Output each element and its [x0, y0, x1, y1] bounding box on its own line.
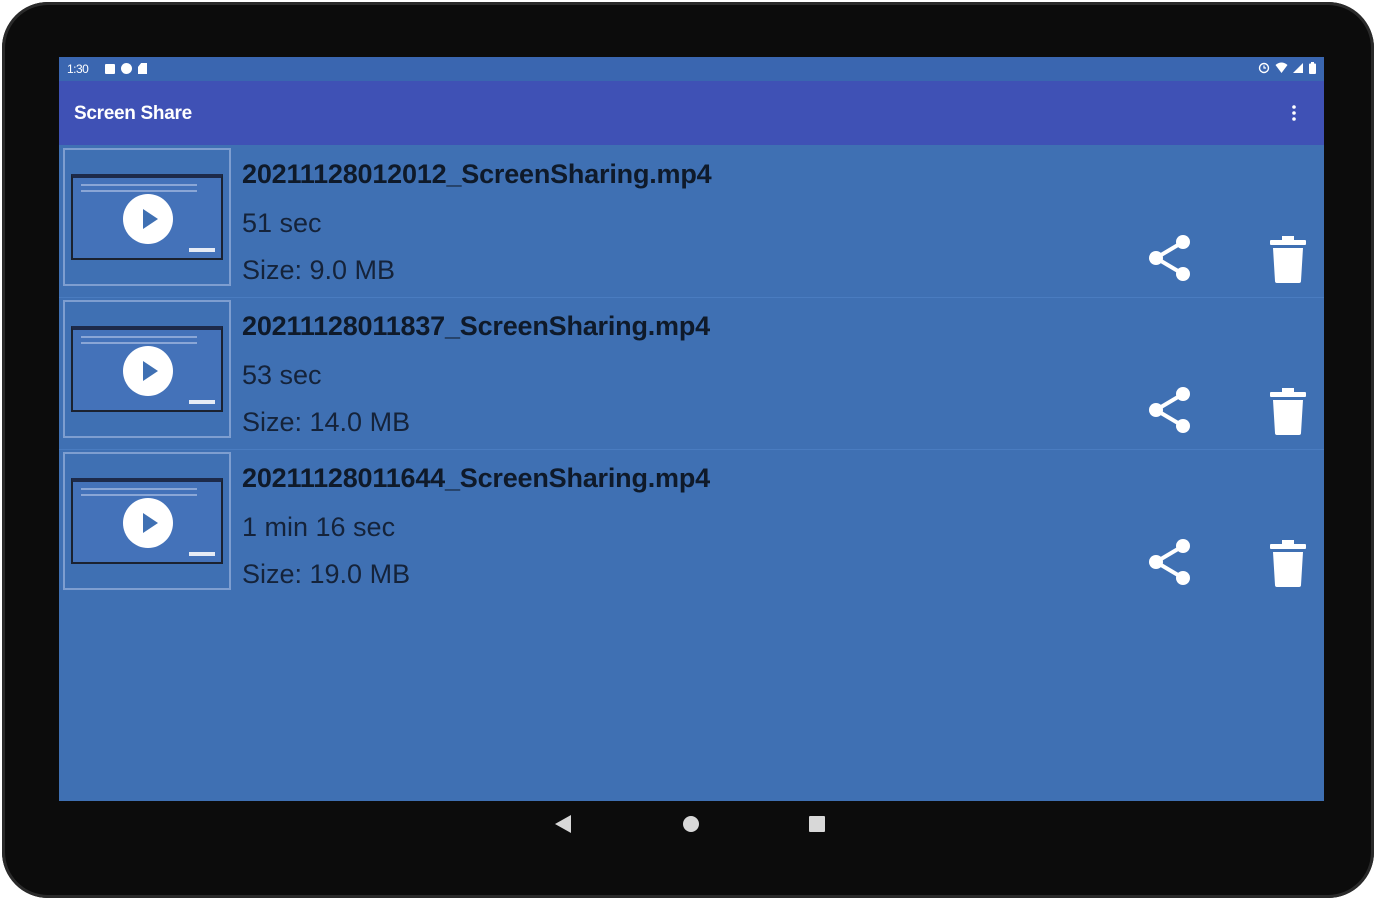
- video-thumbnail[interactable]: [63, 300, 231, 438]
- play-icon[interactable]: [123, 346, 173, 396]
- file-duration: 1 min 16 sec: [242, 512, 396, 542]
- thumbnail-lines: [81, 488, 141, 490]
- share-button[interactable]: [1143, 535, 1197, 589]
- sd-card-icon: [138, 63, 147, 74]
- file-size: Size: 14.0 MB: [242, 407, 411, 437]
- more-vert-icon: [1292, 105, 1296, 121]
- app-title: Screen Share: [74, 103, 192, 124]
- delete-button[interactable]: [1264, 538, 1312, 588]
- share-button[interactable]: [1143, 383, 1197, 437]
- battery-icon: [1309, 62, 1316, 74]
- play-icon[interactable]: [123, 194, 173, 244]
- thumbnail-bar: [189, 248, 215, 252]
- screen: 1:30 Screen Share 20211128012012_ScreenS…: [59, 57, 1324, 801]
- thumbnail-lines: [81, 184, 141, 186]
- trash-icon: [1270, 236, 1306, 283]
- file-duration: 51 sec: [242, 208, 322, 238]
- app-bar: Screen Share: [59, 81, 1324, 145]
- notification-square-icon: [105, 63, 115, 74]
- status-left-icons: [105, 63, 147, 74]
- vpn-icon: [121, 63, 132, 74]
- share-icon: [1149, 539, 1190, 585]
- video-thumbnail[interactable]: [63, 148, 231, 286]
- list-item[interactable]: 20211128011837_ScreenSharing.mp4 53 sec …: [59, 297, 1324, 450]
- navigation-bar: [2, 801, 1376, 851]
- file-size: Size: 19.0 MB: [242, 559, 411, 589]
- thumbnail-lines: [81, 336, 141, 338]
- file-duration: 53 sec: [242, 360, 322, 390]
- back-icon[interactable]: [555, 815, 571, 833]
- thumbnail-bar: [189, 552, 215, 556]
- file-size: Size: 9.0 MB: [242, 255, 396, 285]
- video-thumbnail[interactable]: [63, 452, 231, 590]
- delete-button[interactable]: [1264, 234, 1312, 284]
- trash-icon: [1270, 388, 1306, 435]
- trash-icon: [1270, 540, 1306, 587]
- share-icon: [1149, 387, 1190, 433]
- file-name: 20211128011837_ScreenSharing.mp4: [242, 311, 710, 341]
- recents-icon[interactable]: [809, 816, 825, 832]
- status-bar: 1:30: [59, 57, 1324, 81]
- share-button[interactable]: [1143, 231, 1197, 285]
- tablet-frame: 1:30 Screen Share 20211128012012_ScreenS…: [2, 2, 1374, 898]
- home-icon[interactable]: [683, 816, 699, 832]
- file-name: 20211128011644_ScreenSharing.mp4: [242, 463, 710, 493]
- wifi-icon: [1275, 62, 1288, 73]
- status-right-icons: [1258, 62, 1316, 74]
- file-name: 20211128012012_ScreenSharing.mp4: [242, 159, 712, 189]
- signal-icon: [1293, 63, 1303, 73]
- thumbnail-bar: [189, 400, 215, 404]
- list-item[interactable]: 20211128012012_ScreenSharing.mp4 51 sec …: [59, 145, 1324, 298]
- alarm-icon: [1258, 62, 1270, 74]
- more-options-button[interactable]: [1282, 101, 1306, 125]
- status-time: 1:30: [67, 62, 89, 76]
- delete-button[interactable]: [1264, 386, 1312, 436]
- share-icon: [1149, 235, 1190, 281]
- play-icon[interactable]: [123, 498, 173, 548]
- list-item[interactable]: 20211128011644_ScreenSharing.mp4 1 min 1…: [59, 449, 1324, 601]
